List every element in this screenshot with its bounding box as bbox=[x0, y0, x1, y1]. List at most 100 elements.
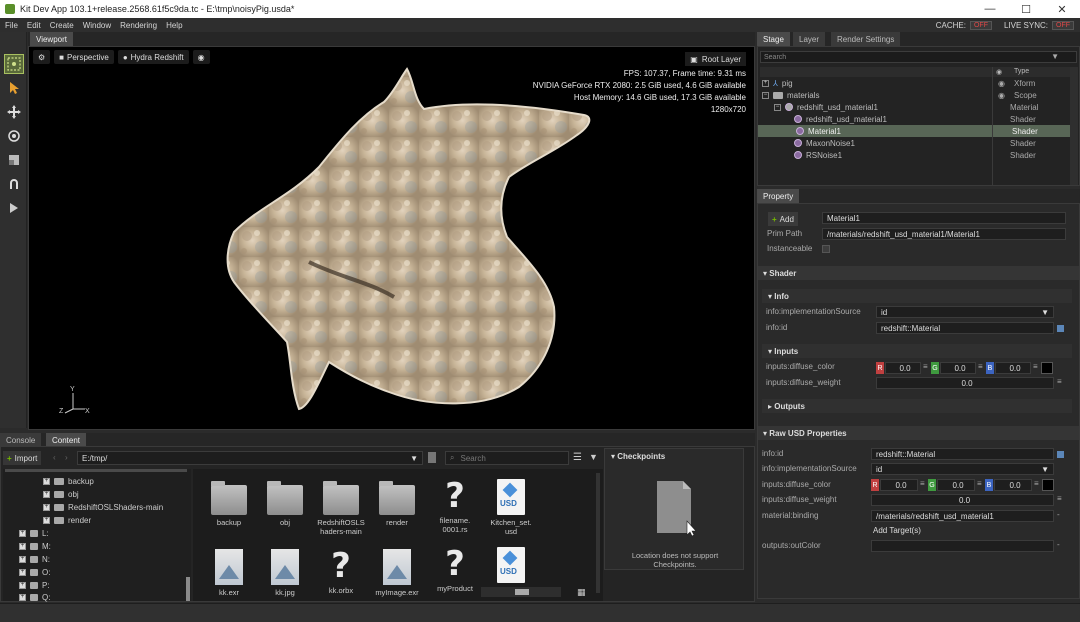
tree-row[interactable]: − materials ◉ Scope bbox=[762, 89, 1072, 101]
live-sync-toggle[interactable]: OFF bbox=[1052, 20, 1074, 30]
instanceable-checkbox[interactable] bbox=[822, 245, 830, 253]
path-dropdown-arrow-icon[interactable]: ▼ bbox=[410, 454, 418, 463]
raw-diffuse-color-swatch[interactable] bbox=[1042, 479, 1054, 491]
info-section-header[interactable]: ▾ Info bbox=[762, 289, 1072, 303]
drive-item[interactable]: + N: bbox=[19, 553, 50, 565]
shader-section-header[interactable]: ▾ Shader bbox=[758, 266, 1079, 280]
path-input[interactable]: E:/tmp/ ▼ bbox=[77, 451, 423, 465]
tab-console[interactable]: Console bbox=[0, 433, 42, 447]
tab-render-settings[interactable]: Render Settings bbox=[831, 32, 901, 46]
back-arrow-icon[interactable]: ‹ bbox=[53, 453, 56, 462]
tab-viewport[interactable]: Viewport bbox=[30, 32, 73, 46]
maximize-button[interactable]: ☐ bbox=[1008, 0, 1044, 18]
expand-icon[interactable]: + bbox=[19, 529, 26, 537]
file-item[interactable]: USD Kitchen_set. usd bbox=[483, 479, 539, 536]
out-color-field[interactable] bbox=[871, 540, 1054, 552]
diffuse-color-swatch[interactable] bbox=[1041, 362, 1053, 374]
drag-handle-icon[interactable]: ≡ bbox=[1057, 377, 1062, 386]
collapse-icon[interactable]: − bbox=[774, 103, 781, 111]
file-item[interactable]: backup bbox=[201, 481, 257, 527]
visibility-icon[interactable]: ◉ bbox=[998, 79, 1005, 88]
expand-icon[interactable]: + bbox=[19, 593, 26, 601]
tree-row-selected[interactable]: Material1 Shader bbox=[758, 125, 1070, 137]
raw-impl-dropdown[interactable]: id ▼ bbox=[871, 463, 1054, 475]
tree-row[interactable]: + ⅄ pig ◉ Xform bbox=[762, 77, 1072, 89]
file-item[interactable]: kk.exr bbox=[201, 549, 257, 597]
drag-handle-icon[interactable]: ≡ bbox=[1057, 494, 1062, 503]
tab-layer[interactable]: Layer bbox=[793, 32, 826, 46]
menu-file[interactable]: File bbox=[0, 21, 22, 30]
close-button[interactable]: ✕ bbox=[1044, 0, 1080, 18]
diffuse-weight-field[interactable]: 0.0 bbox=[876, 377, 1054, 389]
diffuse-color-r-field[interactable]: 0.0 bbox=[885, 362, 921, 374]
file-item[interactable]: ? myProduct bbox=[427, 547, 483, 593]
file-item[interactable]: render bbox=[369, 481, 425, 527]
folder-tree-item[interactable]: + render bbox=[43, 514, 91, 526]
drag-handle-icon[interactable]: ≡ bbox=[978, 362, 983, 371]
menu-create[interactable]: Create bbox=[45, 21, 78, 30]
drive-item[interactable]: + Q: bbox=[19, 591, 50, 603]
file-item[interactable]: obj bbox=[257, 481, 313, 527]
tab-property[interactable]: Property bbox=[757, 189, 800, 203]
snap-magnet-icon[interactable] bbox=[4, 174, 24, 194]
folder-tree-item[interactable]: + backup bbox=[43, 475, 94, 487]
pointer-icon[interactable] bbox=[4, 78, 24, 98]
file-item[interactable]: USD bbox=[483, 547, 539, 586]
file-item[interactable]: RedshiftOSLS haders-main bbox=[313, 481, 369, 536]
content-search-input[interactable]: ⌕ Search bbox=[445, 451, 569, 465]
prim-path-field[interactable]: /materials/redshift_usd_material1/Materi… bbox=[822, 228, 1066, 240]
filter-icon[interactable]: ▼ bbox=[589, 452, 598, 462]
add-targets-button[interactable]: Add Target(s) bbox=[873, 526, 921, 535]
visibility-icon[interactable]: ◉ bbox=[998, 91, 1005, 100]
list-view-icon[interactable]: ☰ bbox=[573, 452, 582, 463]
filter-icon[interactable]: ▼ bbox=[1051, 52, 1059, 61]
outputs-section-header[interactable]: ▸ Outputs bbox=[762, 399, 1072, 413]
expand-icon[interactable]: + bbox=[762, 79, 769, 87]
expand-icon[interactable]: + bbox=[19, 555, 26, 563]
menu-help[interactable]: Help bbox=[161, 21, 186, 30]
tree-scrollbar[interactable] bbox=[186, 577, 190, 601]
raw-diffuse-weight-field[interactable]: 0.0 bbox=[871, 494, 1054, 506]
zoom-slider[interactable] bbox=[481, 587, 561, 597]
diffuse-color-b-field[interactable]: 0.0 bbox=[995, 362, 1031, 374]
zoom-slider-handle[interactable] bbox=[515, 589, 529, 595]
expand-icon[interactable]: + bbox=[19, 568, 26, 576]
out-color-menu-icon[interactable]: - bbox=[1057, 540, 1060, 549]
raw-info-id-field[interactable]: redshift::Material bbox=[871, 448, 1054, 460]
folder-tree-item[interactable]: + RedshiftOSLShaders-main bbox=[43, 501, 163, 513]
drive-item[interactable]: + P: bbox=[19, 579, 50, 591]
diffuse-color-g-field[interactable]: 0.0 bbox=[940, 362, 976, 374]
raw-diffuse-color-g-field[interactable]: 0.0 bbox=[937, 479, 975, 491]
expand-icon[interactable]: + bbox=[43, 477, 50, 485]
stage-scrollbar[interactable] bbox=[1070, 67, 1078, 185]
drive-item[interactable]: + M: bbox=[19, 540, 51, 552]
drive-item[interactable]: + L: bbox=[19, 527, 49, 539]
drag-handle-icon[interactable]: ≡ bbox=[1034, 479, 1039, 488]
menu-edit[interactable]: Edit bbox=[22, 21, 45, 30]
viewport[interactable]: ⚙ ■ Perspective ● Hydra Redshift ◉ ▣ Roo… bbox=[28, 46, 755, 430]
inputs-section-header[interactable]: ▾ Inputs bbox=[762, 344, 1072, 358]
raw-usd-section-header[interactable]: ▾ Raw USD Properties bbox=[758, 426, 1079, 440]
expand-icon[interactable]: + bbox=[19, 581, 26, 589]
select-mode-icon[interactable] bbox=[4, 54, 24, 74]
stage-search-input[interactable]: Search bbox=[760, 51, 1077, 63]
rotate-icon[interactable] bbox=[4, 126, 24, 146]
binding-menu-icon[interactable]: - bbox=[1057, 510, 1060, 519]
tree-row[interactable]: redshift_usd_material1 Shader bbox=[794, 113, 1070, 125]
grid-view-icon[interactable]: ▦ bbox=[577, 587, 586, 598]
raw-diffuse-color-b-field[interactable]: 0.0 bbox=[994, 479, 1032, 491]
import-button[interactable]: + Import bbox=[3, 451, 42, 465]
forward-arrow-icon[interactable]: › bbox=[65, 453, 68, 462]
file-grid-scrollbar[interactable] bbox=[596, 473, 600, 593]
impl-source-dropdown[interactable]: id ▼ bbox=[876, 306, 1054, 318]
menu-rendering[interactable]: Rendering bbox=[115, 21, 161, 30]
drag-handle-icon[interactable]: ≡ bbox=[1033, 362, 1038, 371]
folder-tree-item[interactable]: + obj bbox=[43, 488, 79, 500]
tree-row[interactable]: − redshift_usd_material1 Material bbox=[774, 101, 1080, 113]
expand-icon[interactable]: + bbox=[43, 490, 50, 498]
tab-stage[interactable]: Stage bbox=[757, 32, 790, 46]
bookmark-icon[interactable] bbox=[428, 452, 436, 463]
drag-handle-icon[interactable]: ≡ bbox=[923, 362, 928, 371]
tree-row[interactable]: RSNoise1 Shader bbox=[794, 149, 1070, 161]
tab-content[interactable]: Content bbox=[46, 433, 87, 447]
